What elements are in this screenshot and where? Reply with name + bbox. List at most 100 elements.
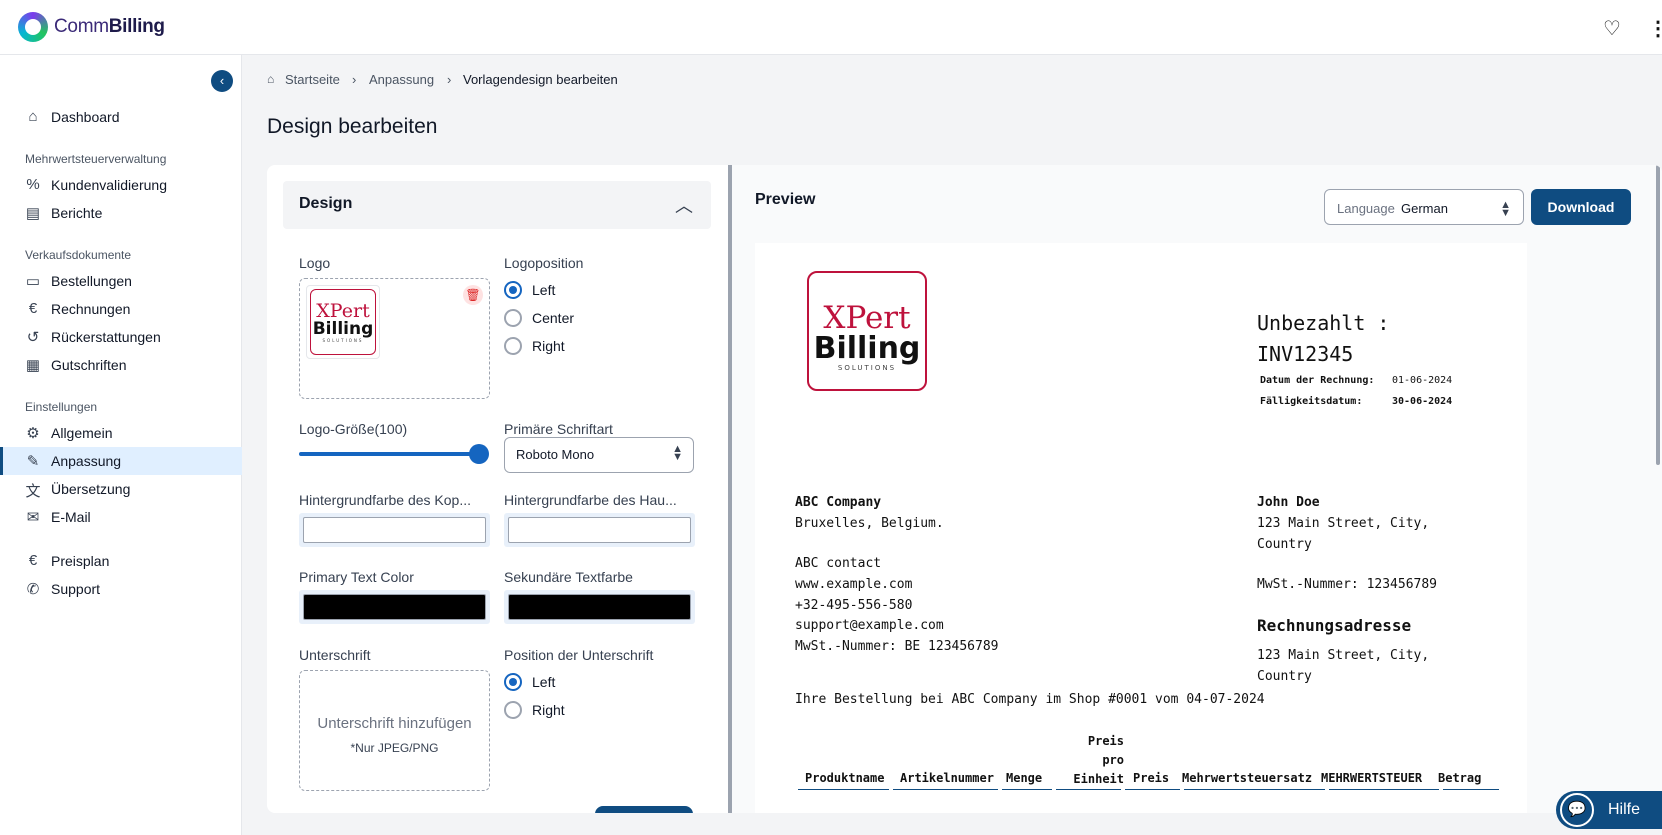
header-underline — [893, 789, 998, 790]
invoice-due-value: 30-06-2024 — [1392, 396, 1453, 407]
logo-size-slider-track[interactable] — [299, 452, 479, 456]
chat-bubbles-icon: 💬 — [1560, 793, 1594, 827]
chevron-right-icon: › — [352, 72, 357, 87]
document-icon: ▤ — [25, 205, 41, 222]
palette-doc-icon: ✎ — [26, 453, 40, 470]
buyer-address-line2: Country — [1257, 537, 1312, 552]
sidebar-item-rechnungen[interactable]: € Rechnungen — [0, 295, 242, 323]
chat-icon: ✆ — [26, 581, 40, 598]
header-underline — [1125, 789, 1180, 790]
seller-website: www.example.com — [795, 577, 913, 592]
credit-note-icon: ▦ — [25, 357, 41, 374]
refund-icon: ↺ — [26, 329, 40, 346]
billing-address-line1: 123 Main Street, City, — [1257, 648, 1430, 663]
header-bg-label: Hintergrundfarbe des Kop... — [299, 492, 471, 508]
invoice-due-label: Fälligkeitsdatum: — [1260, 396, 1363, 407]
sidebar-item-uebersetzung[interactable]: 文 Übersetzung — [0, 475, 242, 503]
app-logo-icon[interactable] — [18, 12, 48, 42]
more-vertical-icon[interactable]: ⋮ — [1648, 16, 1662, 41]
sidebar: ‹ ⌂ Dashboard Mehrwertsteuerverwaltung % K… — [0, 55, 242, 835]
sidebar-item-email[interactable]: ✉ E-Mail — [0, 503, 242, 531]
signature-position-label: Position der Unterschrift — [504, 647, 654, 663]
download-button[interactable]: Download — [1531, 189, 1631, 225]
logo-upload-area[interactable]: XPert Billing SOLUTIONS 🗑 — [299, 278, 490, 399]
col-betrag: Betrag — [1438, 771, 1482, 785]
sidebar-group-verkaufsdokumente: Verkaufsdokumente — [25, 248, 132, 262]
logo-size-slider-thumb[interactable] — [469, 444, 489, 464]
primary-text-color-input[interactable] — [303, 594, 486, 620]
sidebar-item-kundenvalidierung[interactable]: % Kundenvalidierung — [0, 171, 242, 199]
col-produktname: Produktname — [805, 771, 885, 785]
trash-icon[interactable]: 🗑 — [463, 285, 483, 305]
invoice-date-value: 01-06-2024 — [1392, 375, 1453, 386]
logo-size-label: Logo-Größe(100) — [299, 421, 408, 437]
buyer-vat: MwSt.-Nummer: 123456789 — [1257, 577, 1438, 592]
buyer-name: John Doe — [1257, 495, 1320, 510]
home-icon: ⌂ — [267, 72, 275, 86]
breadcrumb-anpassung[interactable]: Anpassung — [369, 72, 434, 87]
collapse-sidebar-button[interactable]: ‹ — [211, 70, 233, 92]
sidebar-item-bestellungen[interactable]: ▭ Bestellungen — [0, 267, 242, 295]
sidebar-item-berichte[interactable]: ▤ Berichte — [0, 199, 242, 227]
app-brand[interactable]: CommBilling — [54, 16, 165, 38]
sidebar-item-anpassung[interactable]: ✎ Anpassung — [0, 447, 242, 475]
design-editor-card: Design ︿ Logo XPert Billing SOLUTIONS 🗑 … — [267, 165, 1662, 813]
invoice-logo-image: XPert Billing SOLUTIONS — [807, 271, 927, 391]
seller-name: ABC Company — [795, 495, 882, 510]
breadcrumb-current: Vorlagendesign bearbeiten — [463, 72, 618, 87]
xpert-logo-image: XPert Billing SOLUTIONS — [310, 289, 376, 355]
buyer-address-line1: 123 Main Street, City, — [1257, 516, 1430, 531]
mail-icon: ✉ — [26, 509, 40, 526]
primary-text-color-label: Primary Text Color — [299, 569, 414, 585]
signature-upload-area[interactable]: Unterschrift hinzufügen *Nur JPEG/PNG — [299, 670, 490, 791]
header-underline — [1443, 789, 1499, 790]
seller-contact: ABC contact — [795, 556, 882, 571]
chevron-right-icon: › — [447, 72, 452, 87]
order-line: Ihre Bestellung bei ABC Company im Shop … — [795, 692, 1265, 707]
design-panel: Design ︿ Logo XPert Billing SOLUTIONS 🗑 … — [267, 165, 729, 813]
sidebar-item-rueckerstattungen[interactable]: ↺ Rückerstattungen — [0, 323, 242, 351]
sidebar-group-mehrwertsteuer: Mehrwertsteuerverwaltung — [25, 152, 167, 166]
sidebar-item-preisplan[interactable]: € Preisplan — [0, 547, 242, 575]
top-bar: CommBilling ♡ ⋮ — [0, 0, 1662, 55]
breadcrumb-startseite[interactable]: Startseite — [285, 72, 340, 87]
invoice-status: Unbezahlt : — [1257, 311, 1390, 335]
signature-label: Unterschrift — [299, 647, 371, 663]
secondary-text-color-input[interactable] — [508, 594, 691, 620]
invoice-date-label: Datum der Rechnung: — [1260, 375, 1375, 386]
sort-arrows-icon: ▲ ▼ — [672, 443, 683, 463]
billing-address-title: Rechnungsadresse — [1257, 616, 1412, 635]
billing-address-line2: Country — [1257, 669, 1312, 684]
col-preis-pro-einheit: Preis pro Einheit — [1073, 734, 1124, 786]
col-artikelnummer: Artikelnummer — [900, 771, 994, 785]
col-mehrwertsteuer: MEHRWERTSTEUER — [1321, 771, 1423, 785]
sidebar-group-einstellungen: Einstellungen — [25, 400, 98, 414]
seller-vat: MwSt.-Nummer: BE 123456789 — [795, 639, 999, 654]
sidebar-item-gutschriften[interactable]: ▦ Gutschriften — [0, 351, 242, 379]
preview-scrollbar[interactable] — [1656, 165, 1660, 465]
preview-title: Preview — [755, 191, 816, 208]
invoice-number: INV12345 — [1257, 342, 1354, 366]
save-button[interactable] — [595, 806, 693, 813]
design-accordion-header[interactable]: Design ︿ — [283, 181, 711, 229]
inbox-icon: ▭ — [25, 273, 41, 290]
header-underline — [1329, 789, 1439, 790]
header-bg-color-input[interactable] — [303, 517, 486, 543]
sort-arrows-icon: ▲ ▼ — [1500, 199, 1511, 219]
help-button[interactable]: 💬 Hilfe — [1556, 791, 1662, 829]
sidebar-item-support[interactable]: ✆ Support — [0, 575, 242, 603]
invoice-preview: XPert Billing SOLUTIONS Unbezahlt : INV1… — [755, 243, 1527, 813]
heart-icon[interactable]: ♡ — [1603, 16, 1621, 41]
header-underline — [1056, 789, 1121, 790]
header-underline — [798, 789, 889, 790]
seller-city: Bruxelles, Belgium. — [795, 516, 944, 531]
language-select[interactable]: Language German ▲ ▼ — [1324, 189, 1524, 225]
home-icon: ⌂ — [28, 108, 38, 125]
font-select[interactable]: Roboto Mono ▲ ▼ — [504, 437, 694, 473]
sidebar-item-dashboard[interactable]: ⌂ Dashboard — [0, 103, 242, 131]
secondary-text-color-label: Sekundäre Textfarbe — [504, 569, 633, 585]
body-bg-color-input[interactable] — [508, 517, 691, 543]
chevron-up-icon: ︿ — [675, 196, 693, 216]
sidebar-item-allgemein[interactable]: ⚙ Allgemein — [0, 419, 242, 447]
header-underline — [1184, 789, 1325, 790]
